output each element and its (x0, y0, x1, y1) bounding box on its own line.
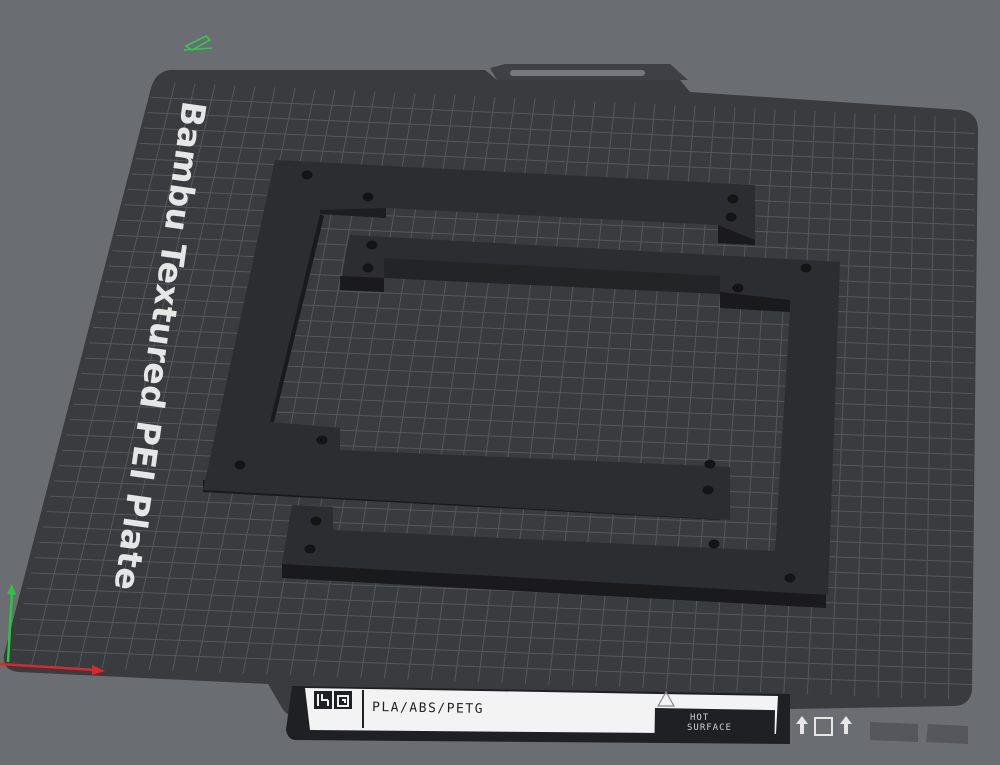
mounting-hole (362, 192, 374, 202)
3d-viewport[interactable]: Bambu Textured PEI Plate PLA/ABS/PETG HO… (0, 0, 1000, 765)
mounting-hole (362, 263, 374, 273)
arrow-up-icon (796, 716, 808, 734)
mounting-hole (702, 485, 714, 495)
plate-handle-slot (510, 70, 645, 76)
mounting-hole (727, 194, 739, 204)
mounting-hole (800, 263, 812, 273)
material-label: PLA/ABS/PETG (372, 700, 484, 717)
mounting-hole (310, 516, 322, 526)
arrow-up-icon (840, 716, 852, 734)
mounting-hole (316, 435, 328, 445)
mounting-hole (732, 283, 744, 293)
pencil-icon (183, 35, 213, 51)
mounting-hole (234, 460, 246, 470)
mounting-hole (708, 539, 720, 549)
square-icon (814, 717, 833, 736)
mounting-hole (301, 170, 313, 180)
plate-corner-cutout (870, 722, 918, 742)
hot-surface-line1: HOT (690, 713, 709, 723)
mounting-hole (784, 573, 796, 583)
mounting-hole (366, 240, 378, 250)
mounting-hole (304, 544, 316, 554)
plate-corner-cutout (926, 724, 968, 744)
mounting-hole (704, 459, 716, 469)
hot-surface-line2: SURFACE (687, 723, 732, 733)
mounting-hole (725, 212, 737, 222)
